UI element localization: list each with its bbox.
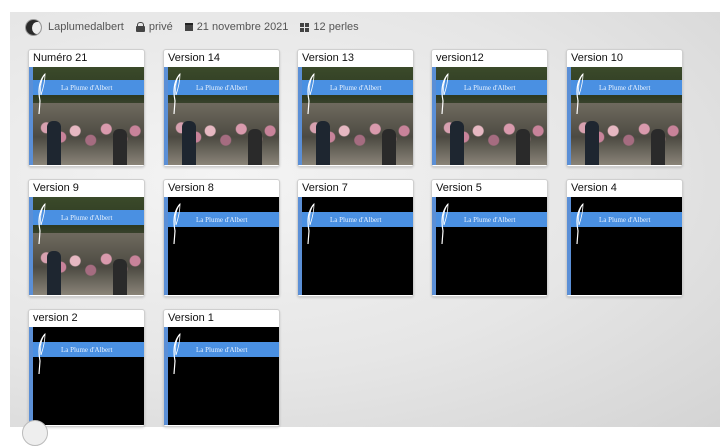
photo-figure xyxy=(47,121,61,165)
card-title: Version 9 xyxy=(33,182,79,194)
card-thumbnail[interactable]: La Plume d'Albert xyxy=(298,67,413,165)
quill-icon xyxy=(575,202,585,245)
collection-header: Laplumedalbert privé 21 novembre 2021 12… xyxy=(25,16,365,38)
cover-banner: La Plume d'Albert xyxy=(168,342,279,357)
card-thumbnail[interactable]: La Plume d'Albert xyxy=(29,327,144,425)
privacy-label: privé xyxy=(148,21,173,33)
photo-crowd xyxy=(168,103,279,165)
photo-figure xyxy=(113,259,127,295)
privacy-status: privé xyxy=(135,21,173,33)
card-title: version12 xyxy=(436,52,484,64)
cover-banner: La Plume d'Albert xyxy=(168,212,279,227)
username-link[interactable]: Laplumedalbert xyxy=(48,21,124,33)
card-thumbnail[interactable]: La Plume d'Albert xyxy=(29,67,144,165)
quill-icon xyxy=(440,72,450,115)
card-title: Version 10 xyxy=(571,52,623,64)
bottom-avatar-partial[interactable] xyxy=(22,420,48,446)
photo-figure xyxy=(516,129,530,165)
card-thumbnail[interactable]: La Plume d'Albert xyxy=(567,67,682,165)
cover-banner: La Plume d'Albert xyxy=(168,80,279,95)
card-title: Version 13 xyxy=(302,52,354,64)
photo-figure xyxy=(382,129,396,165)
card-title: Version 7 xyxy=(302,182,348,194)
photo-crowd xyxy=(571,103,682,165)
cover-banner: La Plume d'Albert xyxy=(33,210,144,225)
cover-banner: La Plume d'Albert xyxy=(33,342,144,357)
cover-banner: La Plume d'Albert xyxy=(571,212,682,227)
pearl-card[interactable]: Version 4 La Plume d'Albert xyxy=(566,179,683,297)
pearl-card[interactable]: version12 La Plume d'Albert xyxy=(431,49,548,167)
card-thumbnail[interactable]: La Plume d'Albert xyxy=(432,197,547,295)
cover-banner: La Plume d'Albert xyxy=(302,212,413,227)
photo-figure xyxy=(651,129,665,165)
calendar-icon xyxy=(184,23,193,31)
quill-icon xyxy=(172,202,182,245)
pearl-card[interactable]: version 2 La Plume d'Albert xyxy=(28,309,145,427)
quill-icon xyxy=(37,332,47,375)
date-info: 21 novembre 2021 xyxy=(184,21,289,33)
card-thumbnail[interactable]: La Plume d'Albert xyxy=(298,197,413,295)
pearl-card[interactable]: Version 14 La Plume d'Albert xyxy=(163,49,280,167)
quill-icon xyxy=(172,72,182,115)
date-label: 21 novembre 2021 xyxy=(196,21,289,33)
photo-figure xyxy=(316,121,330,165)
quill-icon xyxy=(306,202,316,245)
card-thumbnail[interactable]: La Plume d'Albert xyxy=(432,67,547,165)
photo-crowd xyxy=(33,233,144,295)
photo-figure xyxy=(113,129,127,165)
cover-banner: La Plume d'Albert xyxy=(436,212,547,227)
cover-banner: La Plume d'Albert xyxy=(302,80,413,95)
card-title: Version 14 xyxy=(168,52,220,64)
quill-icon xyxy=(575,72,585,115)
pearl-card[interactable]: Version 1 La Plume d'Albert xyxy=(163,309,280,427)
pearl-card[interactable]: Numéro 21 La Plume d'Albert xyxy=(28,49,145,167)
card-title: version 2 xyxy=(33,312,78,324)
lock-icon xyxy=(135,22,145,32)
photo-crowd xyxy=(302,103,413,165)
cover-banner: La Plume d'Albert xyxy=(571,80,682,95)
pearl-card[interactable]: Version 5 La Plume d'Albert xyxy=(431,179,548,297)
card-thumbnail[interactable]: La Plume d'Albert xyxy=(567,197,682,295)
avatar[interactable] xyxy=(25,18,42,36)
photo-figure xyxy=(450,121,464,165)
quill-icon xyxy=(440,202,450,245)
card-thumbnail[interactable]: La Plume d'Albert xyxy=(164,197,279,295)
pearl-card[interactable]: Version 9 La Plume d'Albert xyxy=(28,179,145,297)
card-thumbnail[interactable]: La Plume d'Albert xyxy=(29,197,144,295)
photo-crowd xyxy=(436,103,547,165)
pearl-card[interactable]: Version 7 La Plume d'Albert xyxy=(297,179,414,297)
quill-icon xyxy=(306,72,316,115)
count-label: 12 perles xyxy=(313,21,359,33)
username-label: Laplumedalbert xyxy=(48,21,124,33)
cover-banner: La Plume d'Albert xyxy=(436,80,547,95)
cover-banner: La Plume d'Albert xyxy=(33,80,144,95)
card-title: Numéro 21 xyxy=(33,52,88,64)
count-info: 12 perles xyxy=(300,21,359,33)
pearl-card[interactable]: Version 13 La Plume d'Albert xyxy=(297,49,414,167)
quill-icon xyxy=(172,332,182,375)
photo-figure xyxy=(248,129,262,165)
pearl-card[interactable]: Version 8 La Plume d'Albert xyxy=(163,179,280,297)
photo-figure xyxy=(47,251,61,295)
card-title: Version 4 xyxy=(571,182,617,194)
photo-figure xyxy=(182,121,196,165)
card-title: Version 8 xyxy=(168,182,214,194)
card-thumbnail[interactable]: La Plume d'Albert xyxy=(164,67,279,165)
photo-crowd xyxy=(33,103,144,165)
grid-icon xyxy=(300,22,310,32)
quill-icon xyxy=(37,72,47,115)
card-title: Version 5 xyxy=(436,182,482,194)
card-thumbnail[interactable]: La Plume d'Albert xyxy=(164,327,279,425)
photo-figure xyxy=(585,121,599,165)
card-title: Version 1 xyxy=(168,312,214,324)
quill-icon xyxy=(37,202,47,245)
pearl-card[interactable]: Version 10 La Plume d'Albert xyxy=(566,49,683,167)
